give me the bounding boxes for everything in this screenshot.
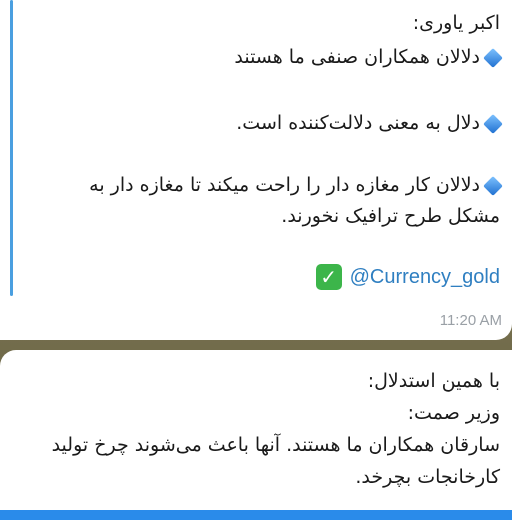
check-mark-icon: ✓ bbox=[315, 264, 342, 290]
bottom-bar bbox=[0, 510, 512, 520]
blue-diamond-icon bbox=[483, 47, 503, 68]
message-line-2: دلال به معنی دلالت‌کننده است. bbox=[20, 112, 503, 134]
message2-line-3: سارقان همکاران ما هستند. آنها باعث می‌شو… bbox=[51, 434, 500, 456]
message-bubble-1[interactable]: اکبر یاوری: دلالان همکاران صنفی ما هستند… bbox=[0, 0, 512, 340]
channel-link[interactable]: @Currency_gold bbox=[350, 266, 500, 289]
blue-diamond-icon bbox=[483, 113, 503, 134]
channel-link-row: ✓ @Currency_gold bbox=[315, 264, 500, 290]
message-bubble-2[interactable]: با همین استدلال: وزیر صمت: سارقان همکارا… bbox=[0, 350, 512, 510]
message2-line-2: وزیر صمت: bbox=[407, 402, 500, 424]
blue-diamond-icon bbox=[483, 175, 503, 196]
forward-accent-bar bbox=[10, 0, 13, 296]
message2-line-4: کارخانجات بچرخد. bbox=[355, 466, 500, 488]
author-line: اکبر یاوری: bbox=[412, 12, 500, 34]
message-time: 11:20 AM bbox=[439, 312, 502, 329]
message-line-4: مشکل طرح ترافیک نخورند. bbox=[281, 205, 500, 227]
message2-line-1: با همین استدلال: bbox=[367, 370, 500, 392]
message-line-1: دلالان همکاران صنفی ما هستند bbox=[20, 46, 503, 68]
message-line-3: دلالان کار مغازه دار را راحت میکند تا مغ… bbox=[20, 174, 503, 196]
